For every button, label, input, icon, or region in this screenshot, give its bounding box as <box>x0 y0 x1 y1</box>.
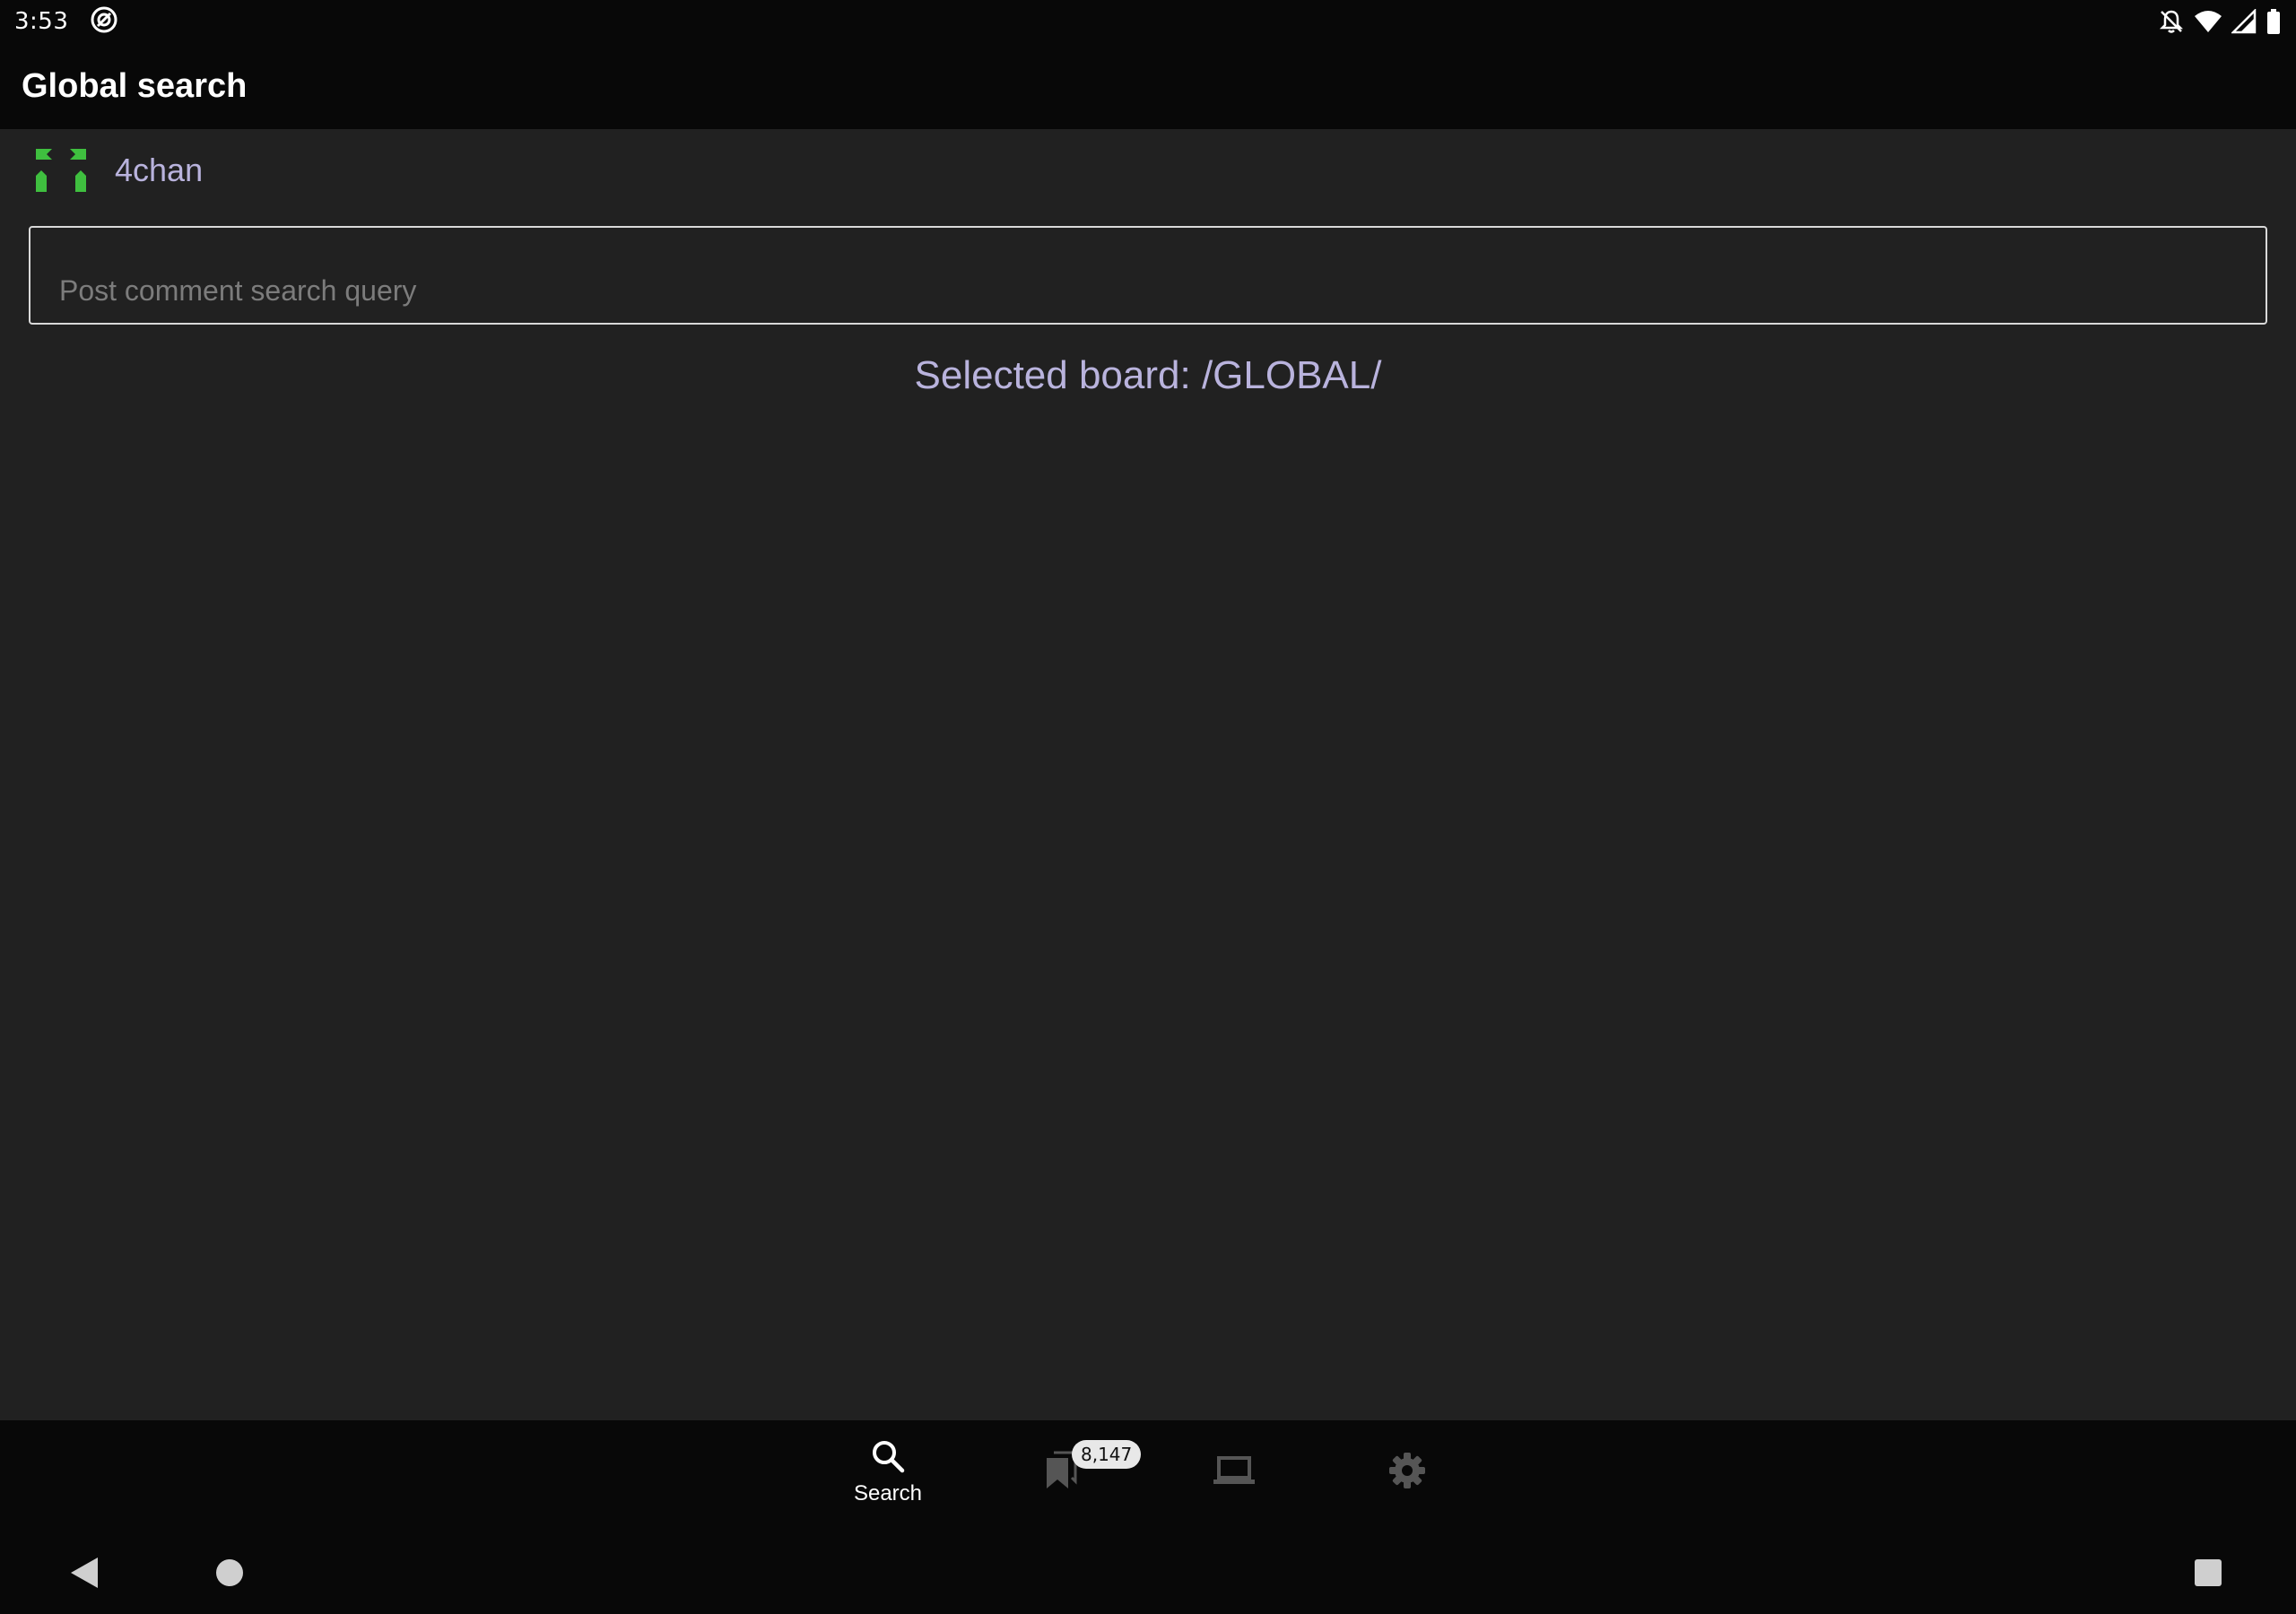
nav-search-label: Search <box>853 1481 923 1506</box>
system-navigation-bar <box>0 1524 2296 1614</box>
site-name: 4chan <box>115 152 204 188</box>
home-circle-icon <box>214 1558 245 1592</box>
nav-bookmarks-tab[interactable]: 8,147 <box>989 1420 1142 1524</box>
search-icon <box>870 1438 906 1478</box>
system-back-button[interactable] <box>57 1548 111 1601</box>
toolbar: Global search <box>0 43 2296 129</box>
notifications-off-icon <box>2158 8 2185 35</box>
site-clover-icon <box>29 142 93 199</box>
back-triangle-icon <box>69 1556 100 1593</box>
recents-square-icon <box>2194 1558 2222 1591</box>
selected-board-label[interactable]: Selected board: /GLOBAL/ <box>0 353 2296 398</box>
nav-search-tab[interactable]: Search <box>816 1420 960 1524</box>
status-bar: 3:53 <box>0 0 2296 43</box>
status-right <box>2158 8 2282 35</box>
site-selector[interactable]: 4chan <box>29 142 203 199</box>
page-title: Global search <box>22 66 248 105</box>
system-home-button[interactable] <box>203 1548 257 1601</box>
bookmarks-count-badge: 8,147 <box>1072 1440 1142 1469</box>
cell-signal-icon <box>2231 9 2257 34</box>
laptop-icon <box>1212 1453 1257 1492</box>
app-notification-icon <box>90 5 118 38</box>
search-field[interactable] <box>29 226 2267 325</box>
system-recents-button[interactable] <box>2181 1548 2235 1601</box>
nav-settings-tab[interactable] <box>1335 1420 1479 1524</box>
bottom-navigation: Search 8,147 <box>0 1420 2296 1524</box>
nav-browse-tab[interactable] <box>1162 1420 1306 1524</box>
gear-icon <box>1387 1451 1427 1494</box>
status-time: 3:53 <box>14 8 69 35</box>
search-input[interactable] <box>57 267 2210 314</box>
wifi-icon <box>2194 9 2222 34</box>
battery-icon <box>2266 8 2282 35</box>
status-left: 3:53 <box>14 5 118 38</box>
main-content: 4chan Selected board: /GLOBAL/ <box>0 129 2296 1420</box>
